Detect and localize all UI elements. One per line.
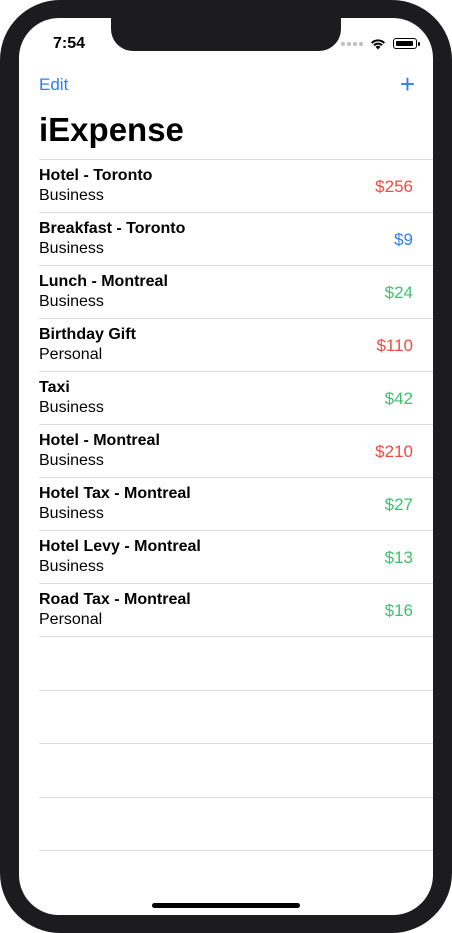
expense-type: Personal [39,611,103,628]
notch [111,18,341,51]
empty-row-separator [39,636,433,690]
expense-name: Taxi [39,379,70,396]
battery-icon [393,38,420,49]
expense-name: Lunch - Montreal [39,273,168,290]
empty-row-separator [39,689,433,744]
expense-type: Business [39,558,104,575]
expense-type: Business [39,240,104,257]
expense-type: Business [39,187,104,204]
expense-type: Business [39,399,104,416]
list-item[interactable]: Lunch - Montreal Business $24 [39,265,433,318]
list-item[interactable]: Road Tax - Montreal Personal $16 [39,583,433,636]
expense-amount: $13 [384,548,413,567]
list-item[interactable]: Breakfast - Toronto Business $9 [39,212,433,265]
expense-list: Hotel - Toronto Business $256 Breakfast … [39,159,433,904]
wifi-icon [371,39,385,50]
list-item[interactable]: Hotel Tax - Montreal Business $27 [39,477,433,530]
list-item[interactable]: Hotel - Montreal Business $210 [39,424,433,477]
expense-name: Breakfast - Toronto [39,220,186,237]
status-time: 7:54 [53,35,86,52]
expense-amount: $27 [384,495,413,514]
expense-type: Business [39,505,104,522]
expense-name: Road Tax - Montreal [39,591,191,608]
expense-amount: $256 [375,177,413,196]
list-item[interactable]: Taxi Business $42 [39,371,433,424]
empty-row-separator [39,743,433,797]
expense-amount: $210 [375,442,413,461]
cellular-signal-icon [341,41,363,46]
expense-amount: $110 [376,336,413,355]
expense-amount: $9 [394,230,413,249]
add-button[interactable]: + [400,71,415,97]
edit-button[interactable]: Edit [39,75,68,95]
empty-row-separator [39,796,433,851]
expense-amount: $16 [384,601,413,620]
expense-name: Birthday Gift [39,326,136,343]
home-indicator[interactable] [152,903,300,908]
list-item[interactable]: Birthday Gift Personal $110 [39,318,433,371]
expense-amount: $42 [384,389,413,408]
list-item[interactable]: Hotel Levy - Montreal Business $13 [39,530,433,583]
empty-row-separator [39,850,433,904]
status-icons [341,37,420,50]
expense-type: Business [39,293,104,310]
expense-name: Hotel - Toronto [39,167,153,184]
expense-name: Hotel - Montreal [39,432,160,449]
expense-amount: $24 [384,283,413,302]
screen: 7:54 Edit + iExpense Hotel - Toronto Bus… [19,18,433,915]
expense-name: Hotel Levy - Montreal [39,538,201,555]
page-title: iExpense [39,111,184,148]
expense-type: Business [39,452,104,469]
expense-name: Hotel Tax - Montreal [39,485,191,502]
expense-type: Personal [39,346,103,363]
list-item[interactable]: Hotel - Toronto Business $256 [39,159,433,212]
device-frame: 7:54 Edit + iExpense Hotel - Toronto Bus… [0,0,452,933]
